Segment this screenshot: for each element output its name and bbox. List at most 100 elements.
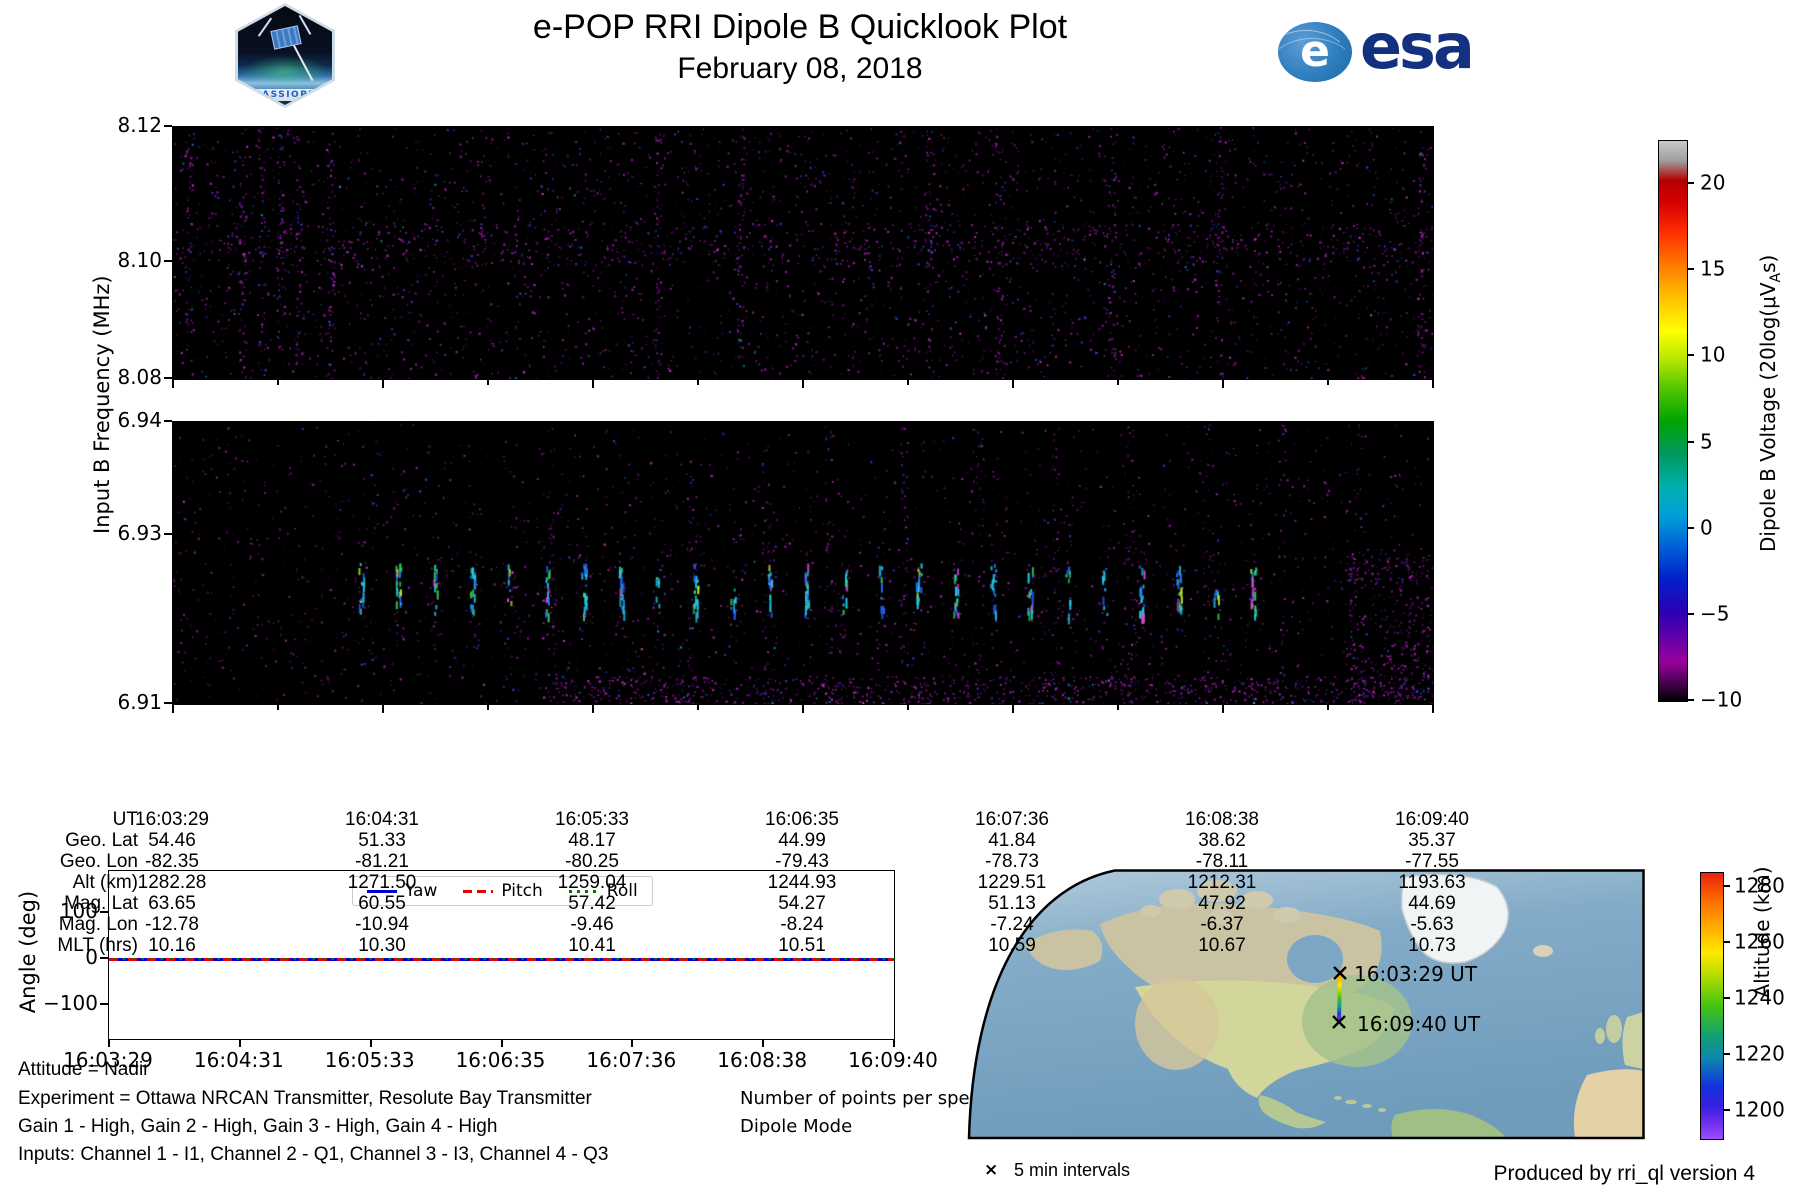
ephemeris-cell: 16:07:36 (922, 809, 1102, 831)
freq-ytick-mark (164, 125, 172, 127)
ephemeris-cell: -82.35 (82, 851, 262, 873)
ephemeris-cell: -10.94 (292, 914, 472, 936)
freq-xtick-mark (1327, 705, 1329, 710)
ephemeris-cell: 10.73 (1342, 935, 1522, 957)
ephemeris-cell: 38.62 (1132, 830, 1312, 852)
altitude-cb-tick-label: 1220 (1734, 1042, 1785, 1066)
angle-xtick-mark (893, 1039, 895, 1047)
altitude-cb-tick-label: 1200 (1734, 1098, 1785, 1122)
ephemeris-cell: 16:03:29 (82, 809, 262, 831)
interval-legend-text: 5 min intervals (1014, 1160, 1130, 1181)
freq-xtick-mark (1222, 705, 1224, 713)
angle-ytick-mark (100, 957, 108, 959)
ephemeris-cell: -78.11 (1132, 851, 1312, 873)
esa-e-glyph: e (1278, 26, 1352, 77)
interval-marker-icon: × (984, 1160, 998, 1180)
voltage-cb-tick-label: 0 (1700, 515, 1713, 539)
ephemeris-cell: 10.16 (82, 935, 262, 957)
altitude-cb-tick-mark (1723, 941, 1730, 943)
freq-xtick-mark (1012, 380, 1014, 388)
satellite-icon (270, 25, 301, 49)
ephemeris-cell: -81.21 (292, 851, 472, 873)
freq-ytick-label: 6.94 (92, 408, 162, 432)
ground-track-line (1339, 973, 1340, 1022)
ephemeris-cell: 1244.93 (712, 872, 892, 894)
voltage-cb-tick-label: 10 (1700, 343, 1725, 367)
angle-xtick-label: 16:09:40 (823, 1048, 963, 1072)
freq-xtick-mark (1432, 380, 1434, 388)
track-start-label: 16:03:29 UT (1354, 962, 1478, 986)
page-date: February 08, 2018 (300, 52, 1300, 86)
ephemeris-cell: -8.24 (712, 914, 892, 936)
freq-xtick-mark (487, 705, 489, 710)
ephemeris-cell: 48.17 (502, 830, 682, 852)
angle-xtick-label: 16:07:36 (561, 1048, 701, 1072)
voltage-cb-tick-label: −10 (1700, 688, 1742, 712)
freq-ytick-mark (164, 420, 172, 422)
esa-wordmark: esa (1360, 10, 1472, 83)
freq-xtick-mark (697, 380, 699, 385)
altitude-cb-tick-mark (1723, 997, 1730, 999)
spectrogram-panel-upper (172, 126, 1434, 380)
voltage-cb-tick-label: −5 (1700, 601, 1729, 625)
freq-xtick-mark (172, 380, 174, 388)
freq-xtick-mark (277, 380, 279, 385)
voltage-colorbar (1658, 140, 1688, 702)
angle-xtick-label: 16:06:35 (431, 1048, 571, 1072)
freq-xtick-mark (382, 380, 384, 388)
produced-by-text: Produced by rri_ql version 4 (1155, 1162, 1755, 1186)
ephemeris-cell: 10.30 (292, 935, 472, 957)
freq-xtick-mark (907, 380, 909, 385)
freq-xtick-mark (172, 705, 174, 713)
ephemeris-cell: 35.37 (1342, 830, 1522, 852)
angle-xtick-label: 16:04:31 (169, 1048, 309, 1072)
ephemeris-cell: 1259.04 (502, 872, 682, 894)
angle-ytick-label: 0 (28, 945, 98, 969)
cassiope-label: CASSIOPE (238, 89, 332, 101)
ephemeris-cell: 16:05:33 (502, 809, 682, 831)
ephemeris-cell: -77.55 (1342, 851, 1522, 873)
ephemeris-cell: -12.78 (82, 914, 262, 936)
ephemeris-cell: 1212.31 (1132, 872, 1312, 894)
ephemeris-cell: 57.42 (502, 893, 682, 915)
angle-xtick-label: 16:05:33 (300, 1048, 440, 1072)
altitude-cb-tick-mark (1723, 1109, 1730, 1111)
freq-xtick-mark (907, 705, 909, 710)
freq-xtick-mark (277, 705, 279, 710)
freq-xtick-mark (487, 380, 489, 385)
voltage-cb-tick-mark (1687, 613, 1694, 615)
page-title: e-POP RRI Dipole B Quicklook Plot (300, 8, 1300, 47)
ephemeris-cell: 16:08:38 (1132, 809, 1312, 831)
satellite-antenna (258, 18, 272, 37)
freq-xtick-mark (592, 705, 594, 713)
ephemeris-cell: 16:06:35 (712, 809, 892, 831)
ephemeris-cell: 10.67 (1132, 935, 1312, 957)
freq-xtick-mark (697, 705, 699, 710)
altitude-colorbar (1700, 872, 1724, 1140)
ephemeris-cell: 1193.63 (1342, 872, 1522, 894)
freq-ytick-mark (164, 377, 172, 379)
freq-xtick-mark (802, 705, 804, 713)
ephemeris-cell: 10.59 (922, 935, 1102, 957)
altitude-cb-tick-label: 1260 (1734, 930, 1785, 954)
mode-annotation: Dipole Mode (740, 1116, 852, 1137)
voltage-cb-tick-label: 15 (1700, 257, 1725, 281)
freq-xtick-mark (382, 705, 384, 713)
altitude-cb-tick-mark (1723, 885, 1730, 887)
angle-xtick-mark (239, 1039, 241, 1047)
altitude-cb-tick-mark (1723, 1053, 1730, 1055)
freq-ytick-mark (164, 533, 172, 535)
ephemeris-cell: 44.99 (712, 830, 892, 852)
ephemeris-cell: -6.37 (1132, 914, 1312, 936)
freq-xtick-mark (1432, 705, 1434, 713)
freq-xtick-mark (1117, 705, 1119, 710)
angle-ytick-label: 100 (28, 899, 98, 923)
freq-ytick-label: 6.91 (92, 690, 162, 714)
spectrogram-upper-canvas (173, 127, 1433, 379)
esa-globe-icon: e (1278, 22, 1352, 82)
quicklook-figure: CASSIOPE e-POP RRI Dipole B Quicklook Pl… (0, 0, 1800, 1200)
freq-ytick-mark (164, 702, 172, 704)
angle-ytick-mark (100, 1003, 108, 1005)
ephemeris-cell: 47.92 (1132, 893, 1312, 915)
ephemeris-cell: -79.43 (712, 851, 892, 873)
